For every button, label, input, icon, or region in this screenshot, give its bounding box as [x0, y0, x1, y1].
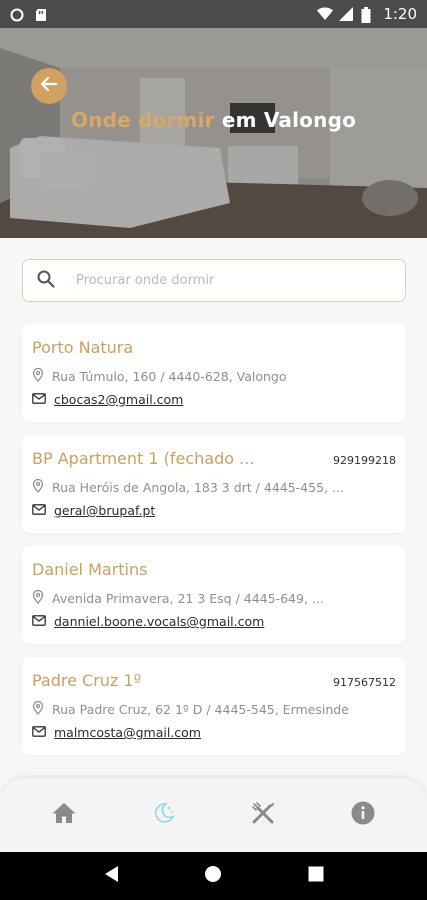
home-icon [51, 801, 77, 829]
listing-phone[interactable]: 917567512 [333, 676, 396, 689]
hero-overlay [0, 28, 427, 238]
listing-card[interactable]: Padre Cruz 1º 917567512 Rua Padre Cruz, … [22, 657, 406, 755]
listing-address-text: Rua Padre Cruz, 62 1º D / 4445-545, Erme… [52, 702, 349, 717]
status-bar: 1:20 [0, 0, 427, 28]
bottom-nav [0, 778, 427, 852]
restaurant-icon [250, 800, 276, 830]
search-icon [36, 269, 56, 293]
info-icon [350, 800, 376, 830]
listing-address: Avenida Primavera, 21 3 Esq / 4445-649, … [32, 590, 324, 607]
listing-name: BP Apartment 1 (fechado ... [32, 449, 255, 468]
page-title-rest: em Valongo [214, 108, 357, 132]
recents-square-icon [308, 866, 324, 886]
location-pin-icon [32, 701, 44, 718]
app-screen: 1:20 Onde dormir em Valongo Procurar ond… [0, 0, 427, 900]
wifi-icon [317, 7, 334, 21]
listing-email-link[interactable]: geral@brupaf.pt [54, 503, 155, 518]
location-pin-icon [32, 368, 44, 385]
nav-restaurants[interactable] [233, 785, 293, 845]
sd-card-icon [34, 7, 48, 21]
page-title: Onde dormir em Valongo [0, 108, 427, 132]
listing-address-text: Rua Heróis de Angola, 183 3 drt / 4445-4… [52, 480, 344, 495]
record-icon [10, 7, 24, 22]
listing-email-link[interactable]: cbocas2@gmail.com [54, 392, 183, 407]
system-back-button[interactable] [91, 856, 131, 896]
listing-email-link[interactable]: danniel.boone.vocals@gmail.com [54, 614, 264, 629]
listing-card[interactable]: Daniel Martins Avenida Primavera, 21 3 E… [22, 546, 406, 644]
listing-address: Rua Padre Cruz, 62 1º D / 4445-545, Erme… [32, 701, 349, 718]
location-pin-icon [32, 590, 44, 607]
listing-email[interactable]: malmcosta@gmail.com [32, 725, 201, 740]
home-circle-icon [204, 865, 222, 887]
mail-icon [32, 392, 46, 407]
mail-icon [32, 614, 46, 629]
hero-header: Onde dormir em Valongo [0, 28, 427, 238]
signal-icon [339, 7, 354, 21]
status-time: 1:20 [383, 5, 417, 23]
listing-card[interactable]: BP Apartment 1 (fechado ... 929199218 Ru… [22, 435, 406, 533]
system-recents-button[interactable] [296, 856, 336, 896]
mail-icon [32, 725, 46, 740]
page-title-accent: Onde dormir [70, 108, 215, 132]
listing-name: Padre Cruz 1º [32, 671, 142, 690]
nav-info[interactable] [333, 785, 393, 845]
listing-card[interactable]: Porto Natura Rua Túmulo, 160 / 4440-628,… [22, 324, 406, 422]
listing-name: Porto Natura [32, 338, 134, 357]
system-home-button[interactable] [193, 856, 233, 896]
moon-icon [152, 801, 176, 829]
listing-email-link[interactable]: malmcosta@gmail.com [54, 725, 201, 740]
search-input[interactable] [76, 273, 366, 288]
location-pin-icon [32, 479, 44, 496]
listing-address: Rua Heróis de Angola, 183 3 drt / 4445-4… [32, 479, 344, 496]
listing-email[interactable]: geral@brupaf.pt [32, 503, 155, 518]
listing-email[interactable]: danniel.boone.vocals@gmail.com [32, 614, 264, 629]
system-nav-bar [0, 852, 427, 900]
battery-icon [361, 7, 375, 23]
listing-address-text: Rua Túmulo, 160 / 4440-628, Valongo [52, 369, 287, 384]
nav-home[interactable] [34, 785, 94, 845]
listing-phone[interactable]: 929199218 [333, 454, 396, 467]
search-bar [22, 259, 406, 302]
listing-email[interactable]: cbocas2@gmail.com [32, 392, 183, 407]
back-triangle-icon [103, 865, 119, 887]
listing-name: Daniel Martins [32, 560, 148, 579]
nav-accommodation[interactable] [134, 785, 194, 845]
mail-icon [32, 503, 46, 518]
back-button[interactable] [31, 68, 67, 104]
listing-address: Rua Túmulo, 160 / 4440-628, Valongo [32, 368, 287, 385]
listing-address-text: Avenida Primavera, 21 3 Esq / 4445-649, … [52, 591, 324, 606]
arrow-left-icon [39, 74, 59, 98]
